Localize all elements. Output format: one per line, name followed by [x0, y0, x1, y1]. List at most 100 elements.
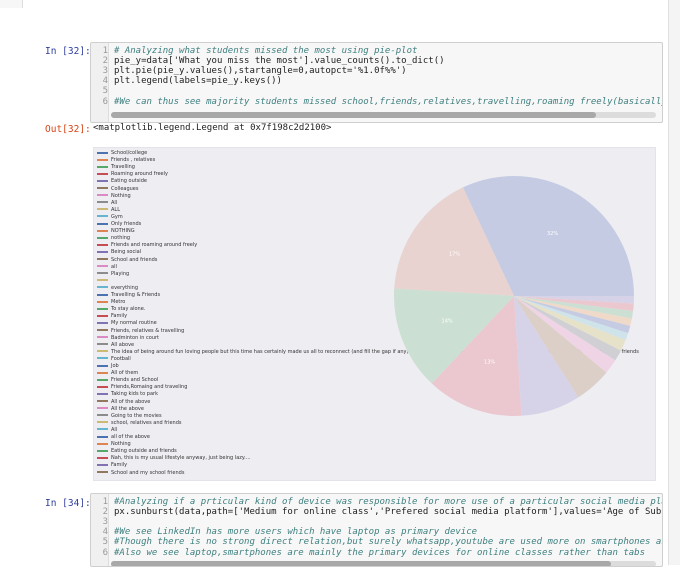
code-text[interactable]: plt.legend(labels=pie_y.keys()) [114, 76, 282, 86]
legend-entry: Playing [97, 271, 129, 278]
legend-entry: Gym [97, 214, 123, 221]
code-text[interactable]: #Analyzing if a prticular kind of device… [114, 497, 662, 507]
code-text[interactable]: #We can thus see majority students misse… [114, 97, 662, 107]
horizontal-scrollbar[interactable] [111, 112, 656, 118]
code-line[interactable]: 4 plt.legend(labels=pie_y.keys()) [94, 76, 282, 86]
line-number: 4 [102, 527, 108, 537]
line-number: 5 [102, 537, 108, 547]
legend-label: Friends, relatives & travelling [111, 327, 185, 334]
legend-label: All above [111, 341, 135, 348]
code-line[interactable]: 5 #Though there is no strong direct relat… [94, 537, 662, 547]
code-line[interactable]: 1 #Analyzing if a prticular kind of devic… [94, 497, 662, 507]
legend-entry: Job [97, 363, 119, 370]
code-text[interactable]: # Analyzing what students missed the mos… [114, 46, 417, 56]
legend-label: Taking kids to park [111, 391, 158, 398]
scrollbar-thumb[interactable] [111, 561, 611, 566]
legend-label: Colleagues [111, 185, 139, 192]
legend-entry: All [97, 200, 117, 207]
legend-entry: Family [97, 462, 127, 469]
legend-swatch [97, 428, 108, 431]
legend-entry: all [97, 264, 117, 271]
legend-entry: Going to the movies [97, 413, 162, 420]
legend-label: Nothing [111, 192, 131, 199]
code-text[interactable]: pie_y=data['What you miss the most'].val… [114, 56, 445, 66]
legend-entry: Being social [97, 249, 141, 256]
legend-label: nothing [111, 235, 131, 242]
legend-swatch [97, 456, 108, 459]
legend-swatch [97, 165, 108, 168]
legend-entry: Only friends [97, 221, 141, 228]
legend-entry: School and my school friends [97, 470, 184, 477]
line-number: 1 [102, 497, 108, 507]
legend-label: Roaming around freely [111, 171, 168, 178]
legend-entry: Friends and roaming around freely [97, 242, 197, 249]
legend-label: To stay alone. [111, 306, 146, 313]
legend-label: Playing [111, 270, 130, 277]
legend-swatch [97, 194, 108, 197]
legend-entry: Nah, this is my usual lifestyle anyway, … [97, 455, 251, 462]
legend-entry: Football [97, 356, 131, 363]
code-line[interactable]: 2 px.sunburst(data,path=['Medium for onli… [94, 507, 662, 517]
line-number: 2 [102, 507, 108, 517]
legend-label: school, relatives and friends [111, 419, 182, 426]
output-text: <matplotlib.legend.Legend at 0x7f198c2d2… [93, 123, 332, 133]
horizontal-scrollbar[interactable] [111, 561, 656, 566]
legend-label: Badminton in court [111, 334, 160, 341]
legend-swatch [97, 243, 108, 246]
code-text[interactable]: px.sunburst(data,path=['Medium for onlin… [114, 507, 662, 517]
legend-swatch [97, 378, 108, 381]
code-cell-34[interactable]: 1 #Analyzing if a prticular kind of devic… [90, 493, 663, 567]
scrollbar-thumb[interactable] [111, 112, 596, 118]
legend-swatch [97, 179, 108, 182]
page-scrollbar[interactable] [668, 0, 680, 565]
legend-entry: Friends , relatives [97, 157, 155, 164]
top-edge [0, 0, 680, 8]
legend-entry: Roaming around freely [97, 171, 168, 178]
pie-slice-label: 32% [547, 231, 558, 237]
code-line[interactable]: 6 #Also we see laptop,smartphones are mai… [94, 548, 645, 558]
legend-entry: All the above [97, 406, 144, 413]
legend-entry: Metro [97, 299, 125, 306]
code-line[interactable]: 3 plt.pie(pie_y.values(),startangle=0,aut… [94, 66, 407, 76]
legend-swatch [97, 385, 108, 388]
legend-entry: NOTHING [97, 228, 135, 235]
line-number: 2 [102, 56, 108, 66]
legend-swatch [97, 371, 108, 374]
legend-entry: Eating outside and friends [97, 448, 177, 455]
legend-swatch [97, 442, 108, 445]
legend-label: Family [111, 462, 128, 469]
legend-label: School and friends [111, 256, 158, 263]
legend-swatch [97, 307, 108, 310]
code-text[interactable]: plt.pie(pie_y.values(),startangle=0,auto… [114, 66, 407, 76]
legend-swatch [97, 350, 108, 353]
code-line[interactable]: 4 #We see LinkedIn has more users which h… [94, 527, 477, 537]
legend-entry [97, 278, 111, 285]
code-text[interactable]: #Though there is no strong direct relati… [114, 537, 662, 547]
legend-label: ALL [111, 206, 120, 213]
legend-swatch [97, 272, 108, 275]
legend-swatch [97, 286, 108, 289]
legend-swatch [97, 392, 108, 395]
legend-swatch [97, 329, 108, 331]
legend-label: Family [111, 313, 128, 320]
line-number: 1 [102, 46, 108, 56]
legend-label: Nothing [111, 441, 131, 448]
legend-swatch [97, 258, 108, 260]
code-cell-32[interactable]: 1 # Analyzing what students missed the mo… [90, 42, 663, 123]
legend-swatch [97, 421, 108, 424]
line-number: 3 [102, 66, 108, 76]
legend-label: Nah, this is my usual lifestyle anyway, … [111, 455, 251, 462]
legend-label: Gym [111, 213, 123, 220]
code-text[interactable]: #Also we see laptop,smartphones are main… [114, 548, 645, 558]
pie-slice-label: 13% [484, 360, 495, 366]
output-prompt-32: Out[32]: [45, 124, 91, 135]
code-text[interactable]: #We see LinkedIn has more users which ha… [114, 527, 477, 537]
code-line[interactable]: 6 #We can thus see majority students miss… [94, 97, 662, 107]
legend-entry: School and friends [97, 257, 157, 264]
legend-swatch [97, 300, 108, 303]
code-line[interactable]: 3 [94, 517, 114, 527]
code-line[interactable]: 1 # Analyzing what students missed the mo… [94, 46, 418, 56]
code-line[interactable]: 2 pie_y=data['What you miss the most'].va… [94, 56, 445, 66]
top-gutter [0, 0, 23, 8]
code-line[interactable]: 5 [94, 86, 114, 96]
